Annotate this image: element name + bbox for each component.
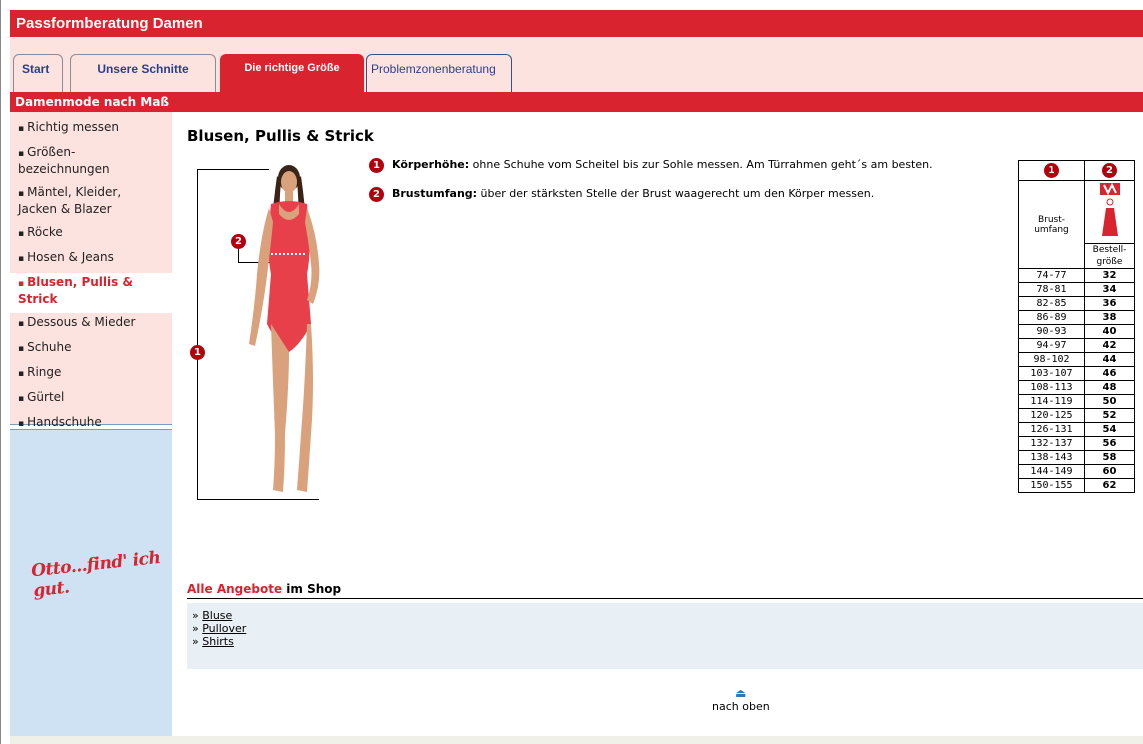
main-content: Blusen, Pullis & Strick 1 2 1 Körperhöhe…	[172, 112, 1143, 744]
brustumfang-cell: 108-113	[1018, 380, 1085, 395]
model-image	[249, 165, 320, 492]
bestellgroesse-cell: 48	[1084, 380, 1135, 395]
description-brustumfang: 2 Brustumfang: über der stärksten Stelle…	[369, 187, 1009, 202]
bestellgroesse-cell: 46	[1084, 366, 1135, 381]
bestellgroesse-cell: 32	[1084, 268, 1135, 283]
marker-1-icon: 1	[369, 158, 384, 173]
brustumfang-cell: 138-143	[1018, 450, 1085, 465]
dress-icon	[1099, 182, 1120, 236]
size-table-row: 150-155 62	[1018, 478, 1135, 493]
size-table-row: 120-125 52	[1018, 408, 1135, 423]
size-table-header-1: 1	[1018, 160, 1085, 181]
sidebar-item-hosen-jeans[interactable]: ▪ Hosen & Jeans	[10, 248, 172, 273]
tab-problemzonenberatung[interactable]: Problemzonenberatung	[366, 54, 512, 92]
sidebar-item-richtig-messen[interactable]: ▪ Richtig messen	[10, 118, 172, 143]
sidebar-item-groessenbezeichnungen[interactable]: ▪ Größen-bezeichnungen	[10, 143, 172, 183]
bestellgroesse-cell: 34	[1084, 282, 1135, 297]
brustumfang-cell: 103-107	[1018, 366, 1085, 381]
brustumfang-cell: 114-119	[1018, 394, 1085, 409]
bestellgroesse-cell: 38	[1084, 310, 1135, 325]
page-frame: Passformberatung Damen Start Unsere Schn…	[0, 0, 1143, 744]
tab-bar: Start Unsere Schnitte Die richtige Größe…	[10, 37, 1143, 92]
size-table-col2-label: Bestell-größe	[1084, 180, 1135, 269]
bestellgroesse-cell: 62	[1084, 478, 1135, 493]
brustumfang-cell: 126-131	[1018, 422, 1085, 437]
section-title: Damenmode nach Maß	[10, 92, 1143, 112]
brustumfang-cell: 78-81	[1018, 282, 1085, 297]
app-title: Passformberatung Damen	[10, 10, 1143, 37]
tab-unsere-schnitte[interactable]: Unsere Schnitte	[70, 54, 216, 92]
sidebar-item-blusen[interactable]: ▪ Blusen, Pullis & Strick	[10, 273, 172, 313]
brustumfang-cell: 98-102	[1018, 352, 1085, 367]
shop-links: » Bluse » Pullover » Shirts	[187, 603, 1143, 669]
bestellgroesse-cell: 54	[1084, 422, 1135, 437]
tab-die-richtige-groesse[interactable]: Die richtige Größe	[220, 54, 364, 92]
bestellgroesse-cell: 44	[1084, 352, 1135, 367]
size-table-row: 82-85 36	[1018, 296, 1135, 311]
sidebar: ▪ Richtig messen ▪ Größen-bezeichnungen ▪ M…	[10, 112, 172, 744]
size-table-row: 74-77 32	[1018, 268, 1135, 283]
description-list: 1 Körperhöhe: ohne Schuhe vom Scheitel b…	[369, 158, 1009, 216]
shop-link-pullover[interactable]: Pullover	[202, 622, 246, 635]
status-bar	[10, 736, 1143, 744]
sidebar-item-maentel[interactable]: ▪ Mäntel, Kleider, Jacken & Blazer	[10, 183, 172, 223]
size-table-row: 132-137 56	[1018, 436, 1135, 451]
bestellgroesse-cell: 60	[1084, 464, 1135, 479]
size-table-row: 90-93 40	[1018, 324, 1135, 339]
brustumfang-cell: 120-125	[1018, 408, 1085, 423]
marker-1-icon: 1	[190, 345, 205, 360]
shop-link-shirts[interactable]: Shirts	[202, 635, 234, 648]
sidebar-item-roecke[interactable]: ▪ Röcke	[10, 223, 172, 248]
arrow-up-icon: ⏏	[735, 686, 747, 700]
size-table-row: 98-102 44	[1018, 352, 1135, 367]
size-table-row: 78-81 34	[1018, 282, 1135, 297]
brustumfang-cell: 144-149	[1018, 464, 1085, 479]
shop-heading: Alle Angebote im Shop	[187, 582, 1143, 599]
bestellgroesse-cell: 58	[1084, 450, 1135, 465]
size-table-row: 86-89 38	[1018, 310, 1135, 325]
size-table-row: 94-97 42	[1018, 338, 1135, 353]
size-table: 1 2 Brust-umfang Bestell-größe 74-77 32 78…	[1018, 160, 1135, 493]
brustumfang-cell: 150-155	[1018, 478, 1085, 493]
sidebar-item-schuhe[interactable]: ▪ Schuhe	[10, 338, 172, 363]
bestellgroesse-cell: 52	[1084, 408, 1135, 423]
bestellgroesse-cell: 36	[1084, 296, 1135, 311]
otto-logo: Otto...find' ich gut.	[30, 547, 162, 602]
shop-section: Alle Angebote im Shop » Bluse » Pullover…	[187, 582, 1143, 669]
size-table-row: 144-149 60	[1018, 464, 1135, 479]
size-table-col1-label: Brust-umfang	[1018, 180, 1085, 269]
brustumfang-cell: 132-137	[1018, 436, 1085, 451]
marker-2-icon: 2	[369, 187, 384, 202]
bestellgroesse-cell: 40	[1084, 324, 1135, 339]
bestellgroesse-cell: 50	[1084, 394, 1135, 409]
brustumfang-cell: 94-97	[1018, 338, 1085, 353]
page-title: Blusen, Pullis & Strick	[187, 127, 374, 145]
brustumfang-cell: 82-85	[1018, 296, 1085, 311]
to-top-link[interactable]: ⏏ nach oben	[712, 686, 770, 713]
size-table-row: 126-131 54	[1018, 422, 1135, 437]
sidebar-item-dessous[interactable]: ▪ Dessous & Mieder	[10, 313, 172, 338]
sidebar-item-ringe[interactable]: ▪ Ringe	[10, 363, 172, 388]
tab-start[interactable]: Start	[13, 54, 63, 92]
size-table-row: 138-143 58	[1018, 450, 1135, 465]
brustumfang-cell: 90-93	[1018, 324, 1085, 339]
description-koerperhoehe: 1 Körperhöhe: ohne Schuhe vom Scheitel b…	[369, 158, 1009, 173]
sidebar-nav: ▪ Richtig messen ▪ Größen-bezeichnungen ▪ M…	[10, 112, 172, 429]
brustumfang-cell: 74-77	[1018, 268, 1085, 283]
brustumfang-cell: 86-89	[1018, 310, 1085, 325]
size-table-header-2: 2	[1084, 160, 1135, 181]
size-table-row: 108-113 48	[1018, 380, 1135, 395]
bestellgroesse-cell: 56	[1084, 436, 1135, 451]
size-table-row: 114-119 50	[1018, 394, 1135, 409]
sidebar-item-guertel[interactable]: ▪ Gürtel	[10, 388, 172, 413]
shop-link-bluse[interactable]: Bluse	[202, 609, 232, 622]
size-table-row: 103-107 46	[1018, 366, 1135, 381]
model-figure: 1 2	[189, 164, 364, 504]
bestellgroesse-cell: 42	[1084, 338, 1135, 353]
